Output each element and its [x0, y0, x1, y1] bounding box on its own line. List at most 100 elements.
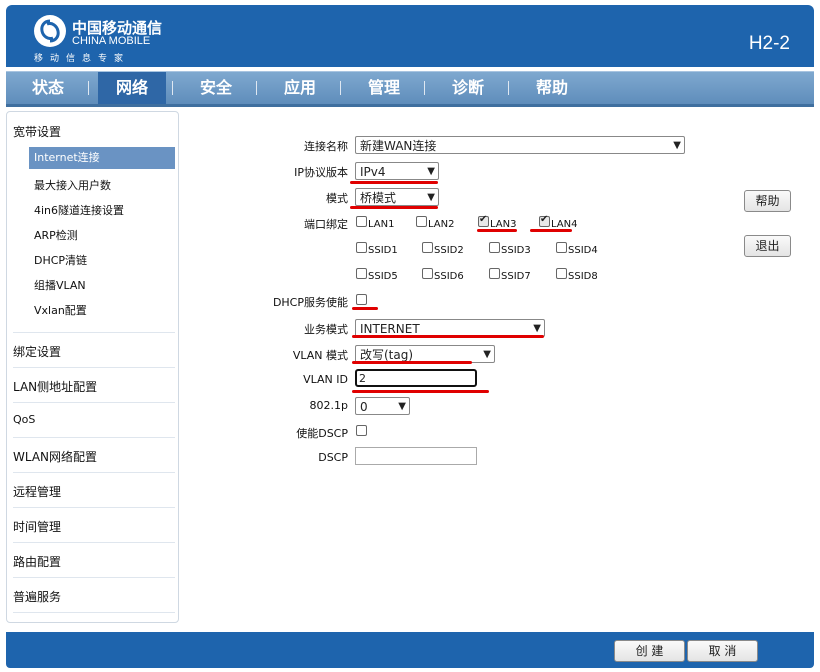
sidebar-subitem-vxlan[interactable]: Vxlan配置	[34, 302, 87, 318]
lan1-label: LAN1	[368, 219, 395, 230]
ssid7-checkbox[interactable]	[489, 268, 500, 279]
sidebar-subitem-arp[interactable]: ARP检测	[34, 227, 78, 243]
china-mobile-logo: 中国移动通信 CHINA MOBILE 移动信息专家	[34, 15, 164, 65]
sidebar-divider	[13, 507, 175, 508]
dhcp-enable-checkbox[interactable]	[356, 294, 367, 305]
service-mode-label: 业务模式	[304, 323, 348, 336]
mode-label: 模式	[326, 192, 348, 205]
ssid6-checkbox[interactable]	[422, 268, 433, 279]
red-annotation-underline	[352, 307, 378, 310]
sidebar-divider	[13, 437, 175, 438]
service-mode-value: INTERNET	[360, 322, 420, 336]
sidebar-subitem-internet[interactable]: Internet连接	[29, 147, 175, 169]
cancel-button[interactable]: 取 消	[687, 640, 758, 662]
ssid6-label: SSID6	[434, 271, 464, 282]
ssid1-label: SSID1	[368, 245, 398, 256]
sidebar-item-broadband[interactable]: 宽带设置	[13, 123, 61, 140]
sidebar-divider	[13, 472, 175, 473]
header-bar: 中国移动通信 CHINA MOBILE 移动信息专家 H2-2	[6, 5, 814, 67]
mode-select[interactable]: 桥模式 ▼	[355, 188, 439, 206]
lan3-checkbox[interactable]	[478, 214, 489, 227]
logo-english-text: CHINA MOBILE	[72, 35, 151, 47]
sidebar: 宽带设置 Internet连接 最大接入用户数 4in6隧道连接设置 ARP检测…	[6, 111, 179, 623]
main-nav: 状态 网络 安全 应用 管理 诊断 帮助	[6, 71, 814, 107]
sidebar-subitem-4in6[interactable]: 4in6隧道连接设置	[34, 202, 124, 218]
ssid4-checkbox[interactable]	[556, 242, 567, 253]
connection-name-select[interactable]: 新建WAN连接 ▼	[355, 136, 685, 154]
logo-slogan: 移动信息专家	[34, 54, 131, 64]
tab-network[interactable]: 网络	[98, 72, 166, 104]
dot1p-select[interactable]: 0 ▼	[355, 397, 410, 415]
sidebar-item-universal-service[interactable]: 普遍服务	[13, 588, 61, 605]
sidebar-item-routing[interactable]: 路由配置	[13, 553, 61, 570]
dscp-enable-label: 使能DSCP	[296, 427, 348, 440]
red-annotation-underline	[352, 335, 544, 338]
ssid8-label: SSID8	[568, 271, 598, 282]
sidebar-item-qos[interactable]: QoS	[13, 413, 35, 426]
chevron-down-icon: ▼	[673, 140, 681, 151]
dot1p-label: 802.1p	[309, 399, 348, 412]
red-annotation-underline	[477, 229, 517, 232]
nav-divider	[256, 81, 257, 95]
chevron-down-icon: ▼	[427, 166, 435, 177]
tab-management[interactable]: 管理	[350, 72, 418, 104]
red-annotation-underline	[350, 206, 438, 209]
red-annotation-underline	[530, 229, 572, 232]
tab-applications[interactable]: 应用	[266, 72, 334, 104]
ip-version-label: IP协议版本	[294, 166, 348, 179]
dscp-enable-checkbox[interactable]	[356, 425, 367, 436]
red-annotation-underline	[352, 390, 489, 393]
tab-help[interactable]: 帮助	[518, 72, 586, 104]
sidebar-divider	[13, 402, 175, 403]
vlan-mode-value: 改写(tag)	[360, 348, 414, 362]
sidebar-item-binding[interactable]: 绑定设置	[13, 343, 61, 360]
nav-divider	[88, 81, 89, 95]
mode-value: 桥模式	[360, 191, 397, 205]
help-button[interactable]: 帮助	[744, 190, 791, 212]
sidebar-item-wlan[interactable]: WLAN网络配置	[13, 448, 97, 465]
create-button[interactable]: 创 建	[614, 640, 685, 662]
ssid5-label: SSID5	[368, 271, 398, 282]
lan1-checkbox[interactable]	[356, 216, 367, 227]
ssid2-checkbox[interactable]	[422, 242, 433, 253]
ssid1-checkbox[interactable]	[356, 242, 367, 253]
sidebar-divider	[13, 332, 175, 333]
ssid5-checkbox[interactable]	[356, 268, 367, 279]
sidebar-divider	[13, 542, 175, 543]
dot1p-value: 0	[360, 400, 368, 414]
exit-button[interactable]: 退出	[744, 235, 791, 257]
nav-divider	[424, 81, 425, 95]
dscp-label: DSCP	[318, 451, 348, 464]
ssid8-checkbox[interactable]	[556, 268, 567, 279]
red-annotation-underline	[352, 361, 472, 364]
lan4-checkbox[interactable]	[539, 214, 550, 227]
nav-divider	[172, 81, 173, 95]
port-binding-label: 端口绑定	[304, 218, 348, 231]
tab-status[interactable]: 状态	[14, 72, 82, 104]
sidebar-subitem-dhcp[interactable]: DHCP清链	[34, 252, 87, 268]
dscp-input[interactable]	[355, 447, 477, 465]
tab-security[interactable]: 安全	[182, 72, 250, 104]
sidebar-subitem-max-users[interactable]: 最大接入用户数	[34, 177, 111, 193]
vlan-mode-label: VLAN 模式	[292, 349, 348, 362]
ip-version-select[interactable]: IPv4 ▼	[355, 162, 439, 180]
sidebar-item-time-management[interactable]: 时间管理	[13, 518, 61, 535]
chevron-down-icon: ▼	[398, 401, 406, 412]
logo-mark-icon	[34, 15, 66, 47]
tab-diagnostics[interactable]: 诊断	[434, 72, 502, 104]
sidebar-divider	[13, 612, 175, 613]
nav-divider	[340, 81, 341, 95]
footer-bar: 创 建 取 消	[6, 632, 814, 668]
vlan-id-input[interactable]: 2	[355, 369, 477, 387]
ssid3-checkbox[interactable]	[489, 242, 500, 253]
lan2-label: LAN2	[428, 219, 455, 230]
sidebar-subitem-multicast-vlan[interactable]: 组播VLAN	[34, 277, 86, 293]
chevron-down-icon: ▼	[483, 349, 491, 360]
sidebar-item-remote-management[interactable]: 远程管理	[13, 483, 61, 500]
ssid3-label: SSID3	[501, 245, 531, 256]
ssid4-label: SSID4	[568, 245, 598, 256]
connection-name-value: 新建WAN连接	[360, 139, 437, 153]
sidebar-item-lan-address[interactable]: LAN侧地址配置	[13, 378, 97, 395]
lan2-checkbox[interactable]	[416, 216, 427, 227]
ssid2-label: SSID2	[434, 245, 464, 256]
